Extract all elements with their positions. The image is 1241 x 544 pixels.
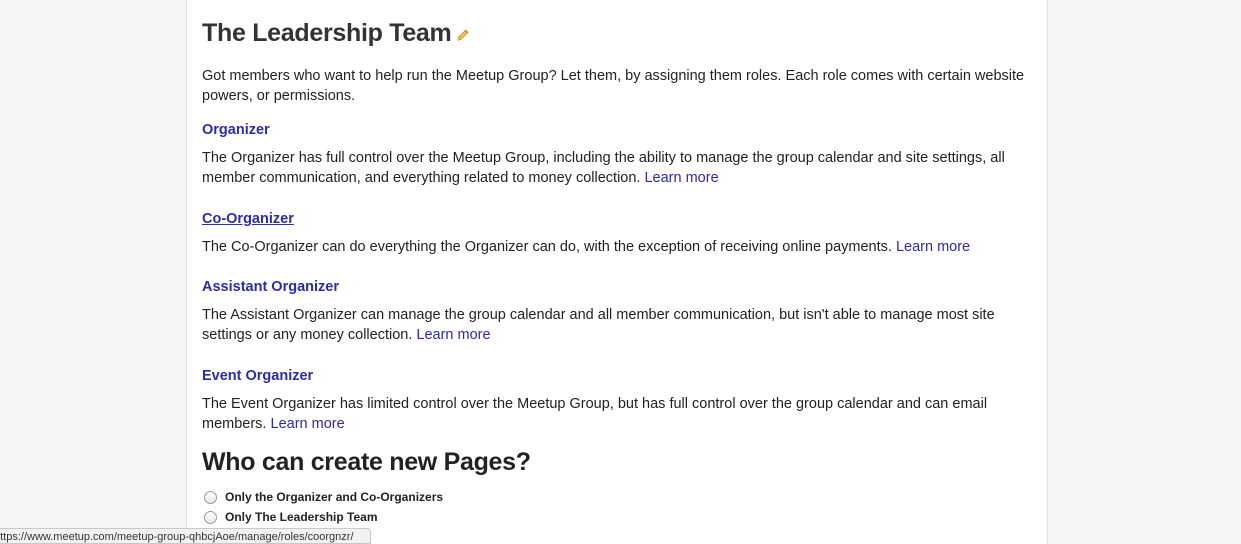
- page-title: The Leadership Team: [202, 19, 452, 47]
- role-description: The Assistant Organizer can manage the g…: [202, 305, 1037, 345]
- role-link-event-organizer[interactable]: Event Organizer: [202, 366, 313, 386]
- role-organizer: Organizer The Organizer has full control…: [202, 120, 1037, 188]
- role-link-organizer[interactable]: Organizer: [202, 120, 270, 140]
- main-panel: The Leadership Team Got members who want…: [186, 0, 1048, 544]
- role-description-text: The Assistant Organizer can manage the g…: [202, 307, 995, 343]
- radio-label: Only the Organizer and Co-Organizers: [225, 490, 444, 504]
- radio-option-organizers[interactable]: Only the Organizer and Co-Organizers: [204, 490, 443, 504]
- role-co-organizer: Co-Organizer The Co-Organizer can do eve…: [202, 209, 1037, 257]
- role-assistant-organizer: Assistant Organizer The Assistant Organi…: [202, 277, 1037, 345]
- radio-option-leadership-team[interactable]: Only The Leadership Team: [204, 510, 377, 524]
- learn-more-link[interactable]: Learn more: [896, 239, 970, 255]
- browser-status-bar: https://www.meetup.com/meetup-group-qhbc…: [0, 528, 371, 544]
- intro-text: Got members who want to help run the Mee…: [202, 68, 1025, 104]
- role-description: The Co-Organizer can do everything the O…: [202, 237, 1037, 257]
- role-link-assistant-organizer[interactable]: Assistant Organizer: [202, 277, 339, 297]
- role-description: The Organizer has full control over the …: [202, 148, 1037, 188]
- radio-label: Only The Leadership Team: [225, 510, 378, 524]
- role-description-text: The Co-Organizer can do everything the O…: [202, 239, 892, 255]
- learn-more-link[interactable]: Learn more: [644, 170, 718, 186]
- pencil-icon[interactable]: [455, 28, 470, 43]
- pages-section-title: Who can create new Pages?: [202, 448, 531, 476]
- role-event-organizer: Event Organizer The Event Organizer has …: [202, 366, 1037, 434]
- status-url: https://www.meetup.com/meetup-group-qhbc…: [0, 531, 354, 543]
- role-link-co-organizer[interactable]: Co-Organizer: [202, 209, 294, 229]
- radio-button[interactable]: [204, 510, 217, 524]
- radio-button[interactable]: [204, 490, 217, 504]
- role-description: The Event Organizer has limited control …: [202, 394, 1037, 434]
- role-description-text: The Organizer has full control over the …: [202, 150, 1005, 186]
- learn-more-link[interactable]: Learn more: [416, 327, 490, 343]
- learn-more-link[interactable]: Learn more: [271, 416, 345, 432]
- title-row: The Leadership Team: [202, 19, 470, 48]
